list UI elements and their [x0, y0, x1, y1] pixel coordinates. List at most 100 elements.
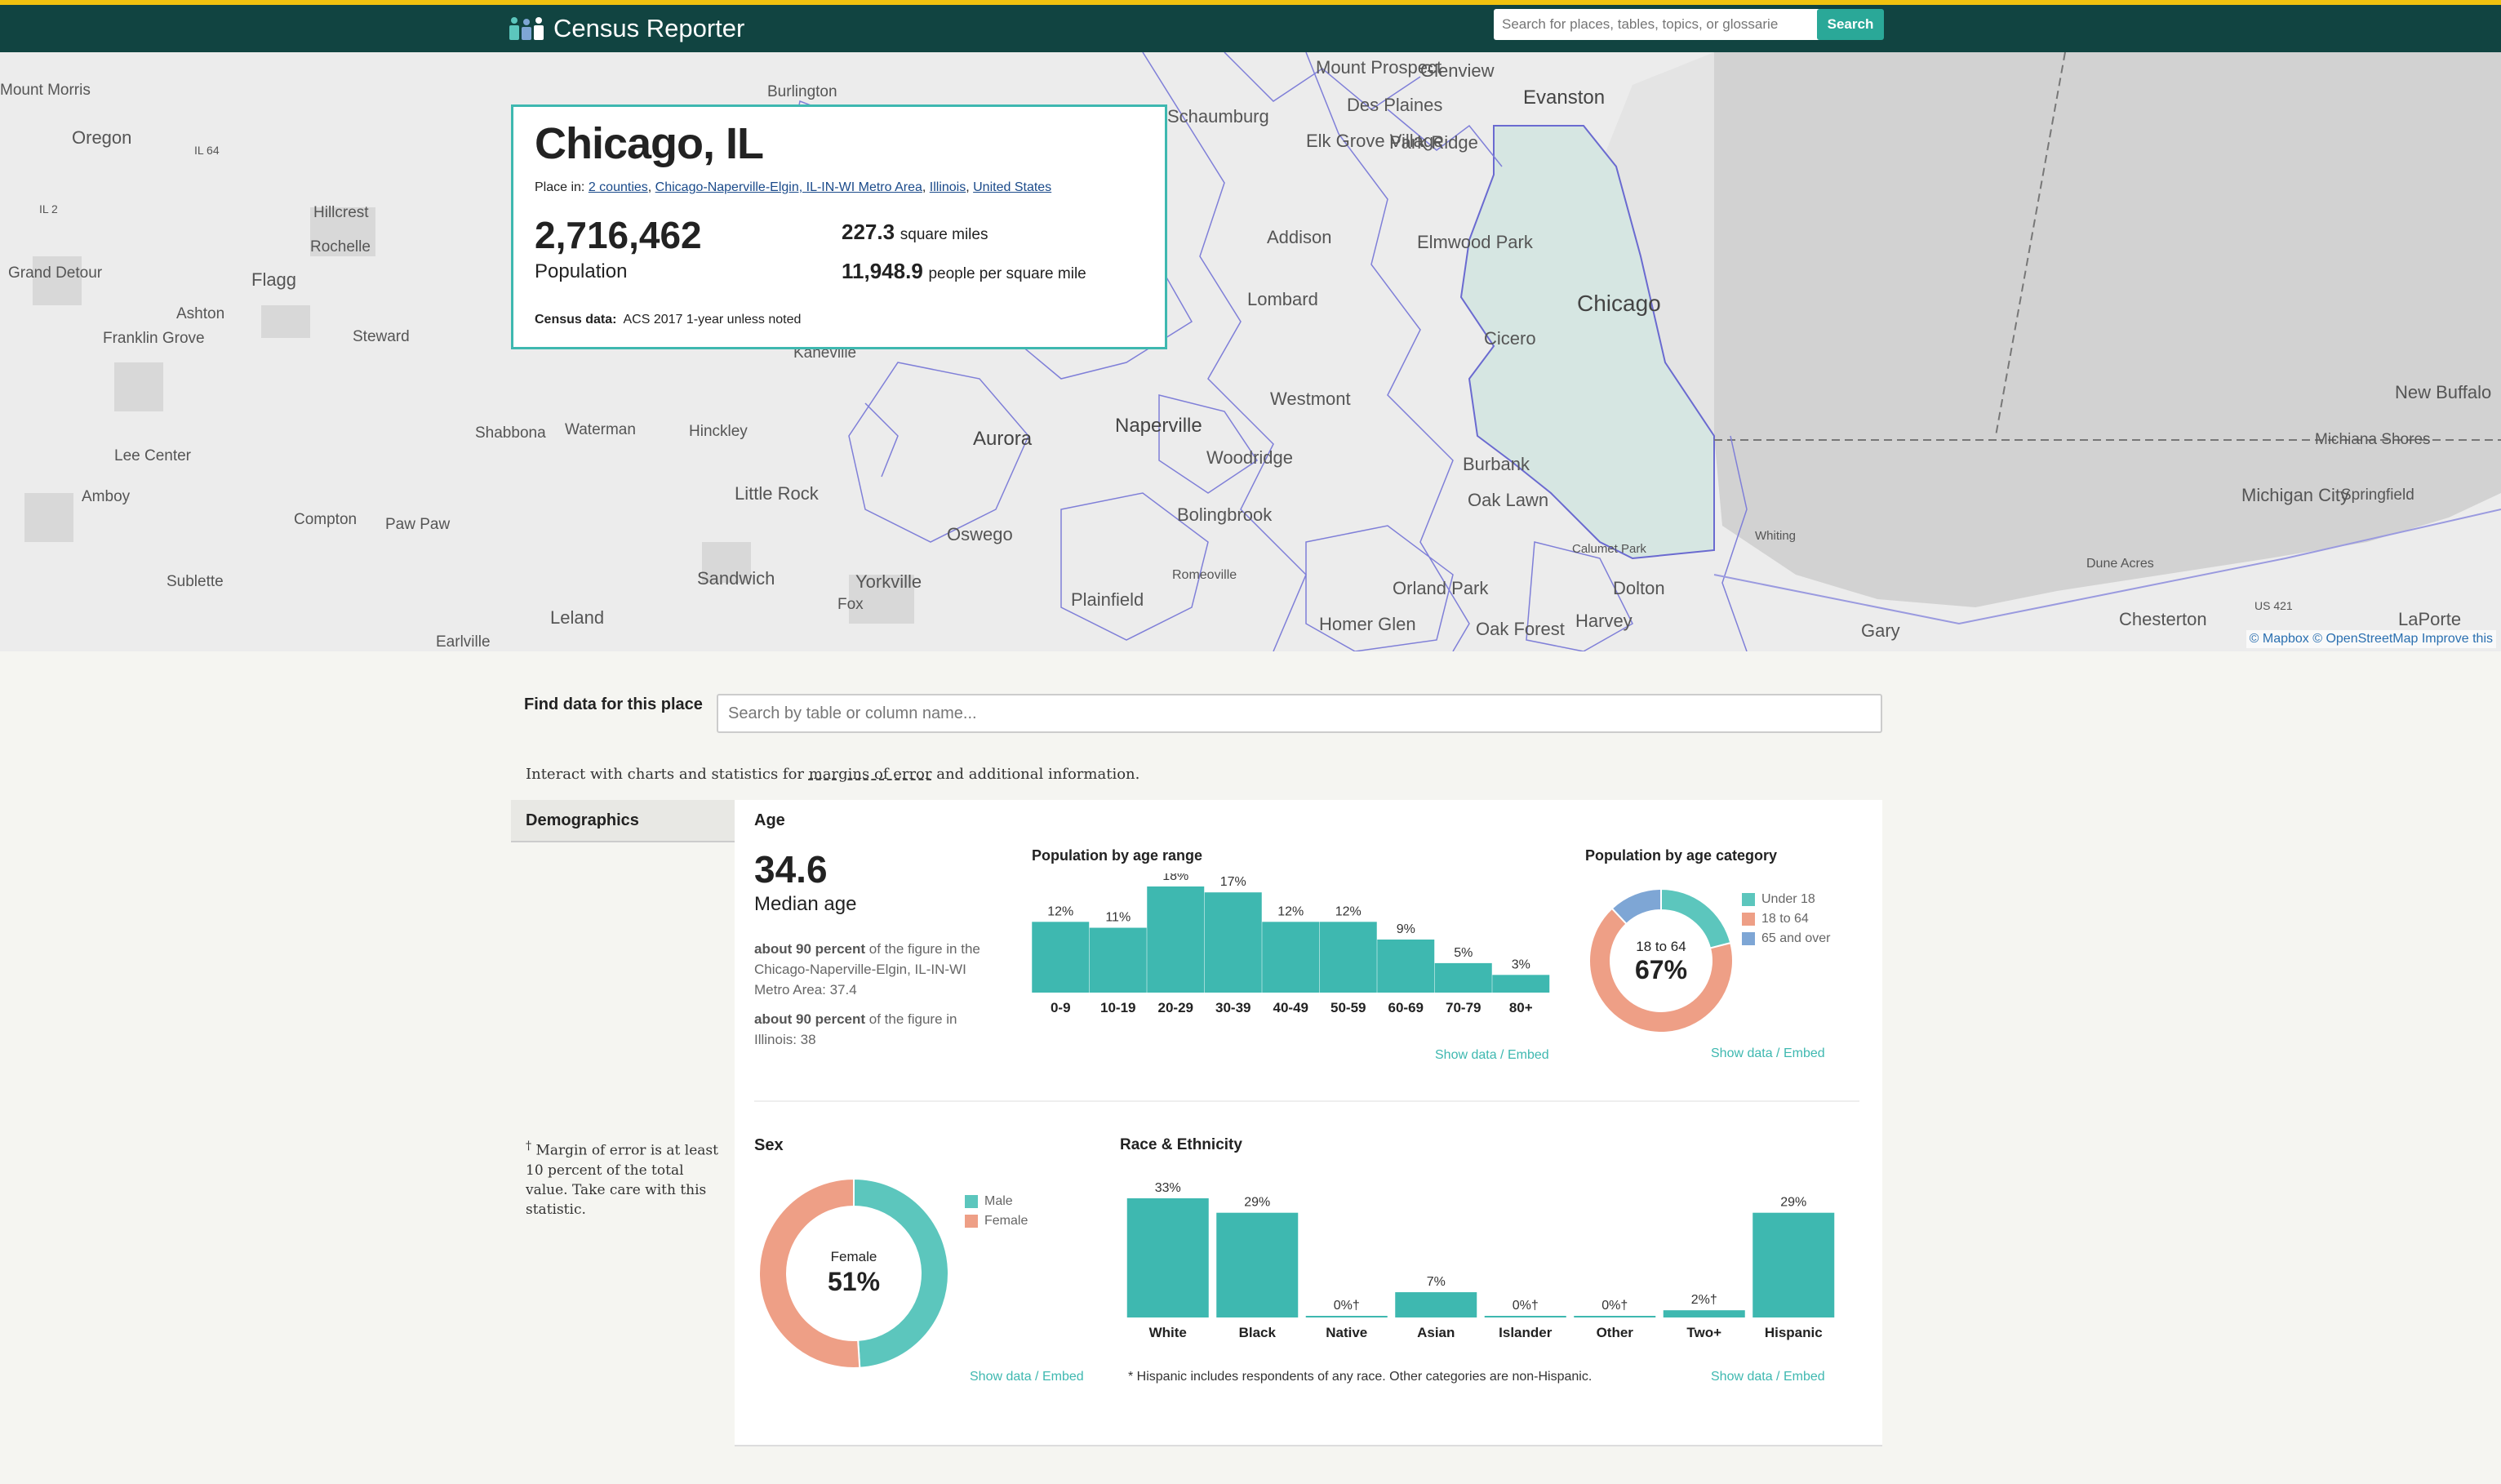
bar-category-label: 40-49 — [1273, 1000, 1308, 1015]
dagger-mark: † — [526, 1140, 532, 1153]
age-range-bar-chart[interactable]: 12% 0-9 11% 10-19 18% 20-29 17% 30-39 12% 40-49 12… — [1032, 873, 1570, 1029]
interact-suffix: and additional information. — [931, 766, 1140, 783]
show-data-link[interactable]: Show data — [1435, 1048, 1497, 1062]
margins-of-error-link[interactable]: margins of error — [809, 766, 932, 783]
demographics-panel: Age 34.6 Median age about 90 percent of … — [735, 800, 1882, 1446]
show-data-link[interactable]: Show data — [970, 1370, 1032, 1384]
header-search-button[interactable]: Search — [1817, 9, 1884, 40]
tab-demographics[interactable]: Demographics — [511, 800, 735, 842]
bar-category-label: Two+ — [1686, 1325, 1721, 1340]
site-name: Census Reporter — [553, 14, 745, 42]
area-stat: 227.3 square miles — [842, 220, 988, 245]
median-age-label: Median age — [754, 893, 857, 915]
map-label: Grand Detour — [8, 264, 103, 282]
map-label: Evanston — [1523, 87, 1606, 109]
bar-value-label: 17% — [1220, 875, 1246, 889]
map-label: Des Plaines — [1347, 95, 1443, 115]
map-label: Plainfield — [1071, 589, 1144, 610]
bar — [1147, 886, 1205, 993]
place-in-breadcrumb: Place in: 2 counties, Chicago-Naperville… — [535, 180, 1052, 194]
map-label: Michigan City — [2241, 485, 2350, 505]
bar — [1574, 1316, 1656, 1317]
section-divider — [754, 1100, 1859, 1102]
map-label: Calumet Park — [1572, 542, 1646, 556]
age-category-show-data: Show data / Embed — [1711, 1046, 1825, 1060]
map-label: Westmont — [1270, 389, 1351, 409]
map-label: Hinckley — [689, 423, 748, 440]
embed-link[interactable]: Embed — [1508, 1048, 1549, 1062]
parent-link-counties[interactable]: 2 counties — [589, 180, 648, 194]
map-label: Lee Center — [114, 447, 192, 464]
bar-category-label: Other — [1597, 1325, 1634, 1340]
bar — [1262, 922, 1320, 993]
race-show-data: Show data / Embed — [1711, 1370, 1825, 1384]
note-metro-bold: about 90 percent — [754, 941, 866, 957]
age-category-legend: Under 18 18 to 64 65 and over — [1742, 890, 1831, 949]
note-state-bold: about 90 percent — [754, 1011, 866, 1027]
sex-legend: Male Female — [965, 1192, 1028, 1231]
age-donut-value: 67% — [1634, 955, 1688, 984]
map-attribution[interactable]: © Mapbox © OpenStreetMap Improve this — [2246, 630, 2496, 648]
bar-value-label: 7% — [1427, 1275, 1446, 1289]
map-label: Michiana Shores — [2315, 431, 2431, 448]
map-label: Gary — [1861, 620, 1900, 641]
bar-value-label: 0%† — [1334, 1299, 1360, 1313]
bar — [1434, 962, 1492, 993]
lake-michigan-north — [1714, 52, 2501, 436]
bar-category-label: 70-79 — [1446, 1000, 1481, 1015]
bar-category-label: 10-19 — [1100, 1000, 1135, 1015]
map-label: Elmwood Park — [1417, 232, 1533, 252]
parent-link-metro[interactable]: Chicago-Naperville-Elgin, IL-IN-WI Metro… — [655, 180, 922, 194]
census-data-value: ACS 2017 1-year unless noted — [623, 313, 802, 327]
bar-value-label: 0%† — [1601, 1299, 1628, 1313]
place-map[interactable]: Mount Morris Mount Prospect Glenview Eva… — [0, 52, 2501, 651]
header-search-input[interactable] — [1494, 9, 1848, 40]
map-label: Yorkville — [855, 571, 922, 592]
map-label: Waterman — [565, 421, 636, 438]
area-label: square miles — [900, 226, 988, 243]
map-label: Compton — [294, 511, 358, 528]
map-label: Dolton — [1613, 578, 1665, 598]
parent-link-country[interactable]: United States — [973, 180, 1051, 194]
bar — [1492, 975, 1550, 993]
sex-donut-value: 51% — [827, 1267, 881, 1296]
bar — [1319, 922, 1377, 993]
map-label: Fox — [837, 596, 864, 613]
bar-value-label: 12% — [1277, 904, 1304, 918]
census-data-label: Census data: — [535, 313, 617, 327]
bar-value-label: 0%† — [1513, 1299, 1539, 1313]
race-bar-chart[interactable]: 33% White 29% Black 0%† Native 7% Asian 0%† Islan… — [1123, 1172, 1858, 1344]
legend-item: 65 and over — [1742, 929, 1831, 949]
bar-category-label: Native — [1326, 1325, 1367, 1340]
map-label: Burlington — [767, 83, 837, 100]
age-donut-label: 18 to 64 — [1636, 939, 1686, 954]
embed-link[interactable]: Embed — [1042, 1370, 1084, 1384]
legend-swatch — [965, 1215, 978, 1228]
site-logo[interactable]: Census Reporter — [508, 11, 744, 46]
legend-swatch — [1742, 932, 1755, 945]
map-label: Mount Morris — [0, 82, 91, 99]
bar-value-label: 12% — [1335, 904, 1362, 918]
legend-label: Female — [984, 1214, 1028, 1228]
place-summary-card: Chicago, IL Place in: 2 counties, Chicag… — [511, 104, 1167, 349]
place-title: Chicago, IL — [535, 119, 764, 168]
show-data-link[interactable]: Show data — [1711, 1046, 1773, 1060]
find-data-input[interactable]: Search by table or column name... — [717, 694, 1882, 733]
map-label: Aurora — [973, 428, 1033, 450]
bar — [1663, 1310, 1745, 1317]
legend-swatch — [965, 1195, 978, 1208]
map-label: IL 64 — [194, 144, 220, 157]
map-label: LaPorte — [2398, 609, 2462, 629]
embed-link[interactable]: Embed — [1784, 1046, 1825, 1060]
embed-link[interactable]: Embed — [1784, 1370, 1825, 1384]
parent-link-state[interactable]: Illinois — [930, 180, 966, 194]
map-label: Steward — [353, 328, 410, 345]
bar-value-label: 29% — [1780, 1196, 1806, 1210]
bar-category-label: White — [1149, 1325, 1187, 1340]
map-label: Springfield — [2341, 487, 2414, 504]
legend-item: Female — [965, 1211, 1028, 1231]
legend-item: Male — [965, 1192, 1028, 1211]
show-data-link[interactable]: Show data — [1711, 1370, 1773, 1384]
map-label: Franklin Grove — [103, 330, 205, 347]
people-logo-icon — [509, 17, 544, 40]
